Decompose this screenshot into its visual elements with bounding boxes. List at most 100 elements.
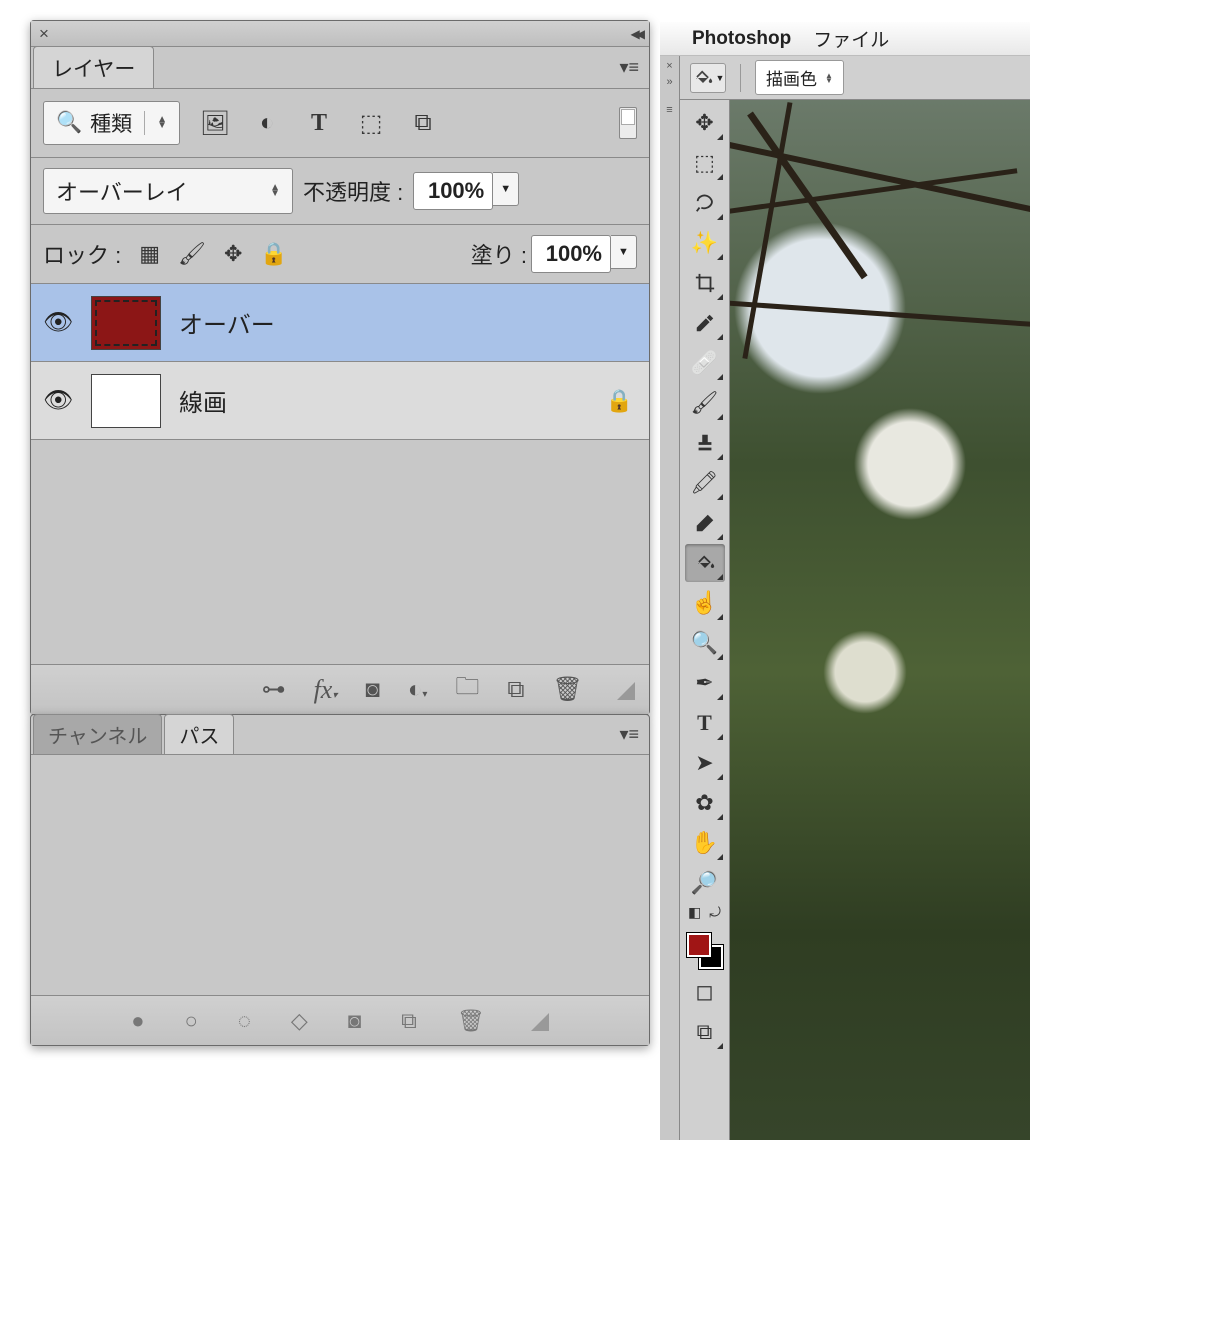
add-adjustment-icon[interactable]: ◐▾ <box>408 676 428 704</box>
expand-icon[interactable]: » <box>666 76 672 88</box>
fill-path-icon[interactable]: ● <box>131 1008 144 1034</box>
fill-field[interactable]: 100% <box>531 235 611 273</box>
link-layers-icon[interactable]: ⊶ <box>262 675 286 704</box>
visibility-toggle-icon[interactable]: 👁 <box>43 386 73 415</box>
filter-type-icon[interactable]: T <box>306 110 332 136</box>
search-icon: 🔍 <box>56 111 82 135</box>
blend-mode-dropdown[interactable]: オーバーレイ ▲▼ <box>43 168 293 214</box>
fill-source-label: 描画色 <box>766 65 817 90</box>
lock-transparency-icon[interactable]: ▦ <box>139 241 160 267</box>
delete-layer-icon[interactable]: 🗑 <box>553 675 583 704</box>
stepper-arrows-icon: ▲▼ <box>157 117 167 129</box>
layer-name[interactable]: オーバー <box>179 305 637 340</box>
history-brush-tool[interactable]: 🖍 <box>685 464 725 502</box>
quickmask-toggle[interactable]: ◻ <box>685 973 725 1011</box>
filter-kind-dropdown[interactable]: 🔍 種類 ▲▼ <box>43 101 180 145</box>
layers-panel: × ◀◀ レイヤー ▾≡ 🔍 種類 ▲▼ 🖼 ◐ T ⬚ ⧉ <box>30 20 650 715</box>
healing-tool[interactable]: 🩹 <box>685 344 725 382</box>
layer-effects-icon[interactable]: fx▾ <box>314 675 338 705</box>
filter-image-icon[interactable]: 🖼 <box>202 110 228 136</box>
crop-tool[interactable] <box>685 264 725 302</box>
docked-panel-strip[interactable]: ≡ <box>660 100 680 1140</box>
panel-menu-icon[interactable]: ▾≡ <box>609 724 649 745</box>
layer-locked-icon: 🔒 <box>606 388 633 414</box>
resize-grip-icon[interactable] <box>529 1011 549 1031</box>
close-icon[interactable]: × <box>666 60 672 72</box>
path-select-tool[interactable]: ➤ <box>685 744 725 782</box>
docked-panel-strip[interactable]: × » <box>660 56 680 100</box>
stamp-tool[interactable] <box>685 424 725 462</box>
lasso-tool[interactable] <box>685 184 725 222</box>
collapse-icon[interactable]: ◀◀ <box>631 27 641 41</box>
lock-pixels-icon[interactable]: 🖌 <box>178 241 206 267</box>
smudge-tool[interactable]: ☝ <box>685 584 725 622</box>
brush-tool[interactable]: 🖌 <box>685 384 725 422</box>
panel-drag-bar[interactable]: × ◀◀ <box>31 21 649 47</box>
stepper-arrows-icon: ▲▼ <box>270 185 280 197</box>
lock-all-icon[interactable]: 🔒 <box>260 241 287 267</box>
layer-filter-row: 🔍 種類 ▲▼ 🖼 ◐ T ⬚ ⧉ <box>31 89 649 158</box>
layer-row[interactable]: 👁 線画 🔒 <box>31 362 649 440</box>
new-layer-icon[interactable]: ⧉ <box>507 676 524 704</box>
type-tool[interactable]: T <box>685 704 725 742</box>
resize-grip-icon[interactable] <box>615 680 635 700</box>
layer-row[interactable]: 👁 オーバー <box>31 284 649 362</box>
filter-kind-label: 種類 <box>90 108 132 138</box>
pen-tool[interactable]: ✒ <box>685 664 725 702</box>
foreground-color-swatch[interactable] <box>687 933 711 957</box>
tab-paths[interactable]: パス <box>164 714 234 754</box>
dodge-tool[interactable]: 🔍 <box>685 624 725 662</box>
stroke-path-icon[interactable]: ○ <box>185 1008 198 1034</box>
zoom-tool[interactable]: 🔎 <box>685 864 725 902</box>
move-tool[interactable]: ✥ <box>685 104 725 142</box>
lock-label: ロック : <box>43 238 121 270</box>
panel-menu-icon[interactable]: ▾≡ <box>609 57 649 78</box>
filter-smart-icon[interactable]: ⧉ <box>410 110 436 136</box>
collapsed-panel-icon[interactable]: ≡ <box>666 104 672 116</box>
make-workpath-icon[interactable]: ◇ <box>291 1008 308 1034</box>
eyedropper-tool[interactable] <box>685 304 725 342</box>
opacity-label: 不透明度 : <box>303 175 403 207</box>
app-menu[interactable]: Photoshop <box>692 28 791 50</box>
color-swatches[interactable] <box>685 931 725 971</box>
current-tool-icon[interactable]: ▼ <box>690 63 726 93</box>
eraser-tool[interactable] <box>685 504 725 542</box>
opacity-field[interactable]: 100% <box>413 172 493 210</box>
tab-channels[interactable]: チャンネル <box>33 714 162 754</box>
add-mask-from-path-icon[interactable]: ◙ <box>348 1008 361 1034</box>
visibility-toggle-icon[interactable]: 👁 <box>43 308 73 337</box>
filter-shape-icon[interactable]: ⬚ <box>358 110 384 136</box>
opacity-dropdown-button[interactable]: ▼ <box>493 172 519 206</box>
tab-layers[interactable]: レイヤー <box>33 46 154 88</box>
color-swap-icons[interactable]: ◧⤾ <box>688 904 721 921</box>
magic-wand-tool[interactable]: ✨ <box>685 224 725 262</box>
layers-footer: ⊶ fx▾ ◙ ◐▾ 🗀 ⧉ 🗑 <box>31 664 649 714</box>
add-mask-icon[interactable]: ◙ <box>365 676 380 704</box>
paint-bucket-tool[interactable] <box>685 544 725 582</box>
fill-label: 塗り : <box>471 238 527 270</box>
file-menu[interactable]: ファイル <box>813 25 889 52</box>
fill-source-dropdown[interactable]: 描画色 ▲▼ <box>755 60 844 95</box>
blend-opacity-row: オーバーレイ ▲▼ 不透明度 : 100% ▼ <box>31 158 649 225</box>
new-group-icon[interactable]: 🗀 <box>455 669 479 710</box>
layer-name[interactable]: 線画 <box>179 383 588 418</box>
hand-tool[interactable]: ✋ <box>685 824 725 862</box>
layer-thumbnail[interactable] <box>91 374 161 428</box>
screenmode-toggle[interactable]: ⧉ <box>685 1013 725 1051</box>
delete-path-icon[interactable]: 🗑 <box>457 1008 485 1034</box>
new-path-icon[interactable]: ⧉ <box>401 1008 417 1034</box>
lock-position-icon[interactable]: ✥ <box>224 241 242 267</box>
options-bar: ▼ 描画色 ▲▼ <box>680 56 1030 100</box>
fill-dropdown-button[interactable]: ▼ <box>611 235 637 269</box>
blend-mode-value: オーバーレイ <box>56 175 188 207</box>
shape-tool[interactable]: ✿ <box>685 784 725 822</box>
document-canvas[interactable] <box>730 100 1030 1140</box>
layers-list: 👁 オーバー 👁 線画 🔒 <box>31 284 649 664</box>
path-to-selection-icon[interactable]: ◌ <box>238 1008 251 1034</box>
close-icon[interactable]: × <box>39 24 49 44</box>
layer-thumbnail[interactable] <box>91 296 161 350</box>
paths-footer: ● ○ ◌ ◇ ◙ ⧉ 🗑 <box>31 995 649 1045</box>
marquee-tool[interactable]: ⬚ <box>685 144 725 182</box>
filter-adjust-icon[interactable]: ◐ <box>254 110 280 136</box>
filter-toggle-switch[interactable] <box>619 107 637 139</box>
